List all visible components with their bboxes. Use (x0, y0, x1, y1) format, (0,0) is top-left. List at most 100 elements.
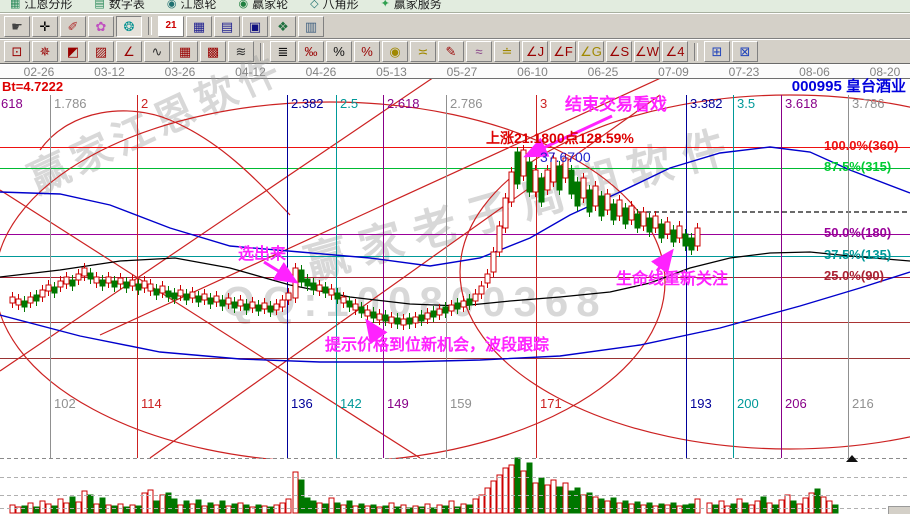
volume-bar (527, 463, 532, 513)
gann-top-label: 2.618 (387, 97, 420, 111)
volume-bar (52, 506, 57, 513)
candlestick (208, 298, 213, 304)
candlestick (545, 170, 550, 190)
volume-bar (305, 498, 310, 513)
candlestick (575, 182, 580, 206)
volume-bar (172, 499, 177, 513)
candlestick (533, 170, 538, 192)
volume-bar (124, 507, 129, 513)
candlestick (491, 252, 496, 272)
candlestick (401, 319, 406, 325)
gann-top-label: 3.382 (690, 97, 723, 111)
candlestick (202, 294, 207, 300)
candlestick (311, 283, 316, 290)
gann-bottom-label: 149 (387, 397, 409, 411)
volume-bar (653, 506, 658, 513)
candlestick (497, 226, 502, 252)
volume-bar (329, 498, 334, 513)
volume-bar (593, 497, 598, 513)
candlestick (280, 300, 285, 307)
candlestick (371, 312, 376, 318)
candlestick (130, 280, 135, 286)
candlestick (196, 296, 201, 302)
volume-bar (623, 501, 628, 513)
volume-bar (509, 465, 514, 513)
candlestick (683, 234, 688, 246)
candlestick (395, 318, 400, 324)
volume-bar (220, 501, 225, 513)
candlestick (148, 284, 153, 291)
symbol-name: 皇台酒业 (846, 78, 906, 95)
candlestick (299, 270, 304, 282)
volume-bar (413, 506, 418, 513)
gann-level-label: 50.0%(180) (824, 226, 891, 240)
candlestick (653, 216, 658, 228)
resize-grip[interactable] (888, 506, 910, 514)
candlestick (232, 302, 237, 308)
candlestick (527, 162, 532, 192)
candlestick (94, 277, 99, 283)
trading-app-window: ▦江恩分形▤数字表◉江恩轮◉赢家轮◇八角形✦赢家服务 ☛✛✐✿❂21▦▤▣❖▥ … (0, 0, 910, 514)
gann-bottom-label: 200 (737, 397, 759, 411)
candlestick (178, 290, 183, 296)
volume-bar (262, 506, 267, 513)
volume-bar (286, 499, 291, 513)
volume-bar (677, 506, 682, 513)
candlestick (214, 296, 219, 302)
volume-bar (791, 501, 796, 513)
candlestick (154, 289, 159, 295)
volume-bar (136, 506, 141, 513)
candlestick (593, 186, 598, 206)
chart-canvas[interactable]: 赢家江恩软件赢家老子周期软件QQ:100800368 6181.78610221… (0, 0, 910, 514)
candlestick (467, 299, 472, 305)
bt-value: Bt=4.7222 (2, 80, 63, 94)
candlestick (365, 310, 370, 316)
volume-bar (569, 491, 574, 513)
candlestick (407, 318, 412, 324)
volume-bar (22, 506, 27, 513)
volume-bar (557, 487, 562, 513)
candlestick (28, 297, 33, 303)
ma-line-upper-blue (0, 147, 910, 266)
volume-bar (497, 475, 502, 513)
candlestick (623, 208, 628, 224)
candlestick (359, 307, 364, 313)
volume-bar (599, 499, 604, 513)
candlestick (106, 277, 111, 283)
gann-top-label: 3.786 (852, 97, 885, 111)
gann-level-label: 87.5%(315) (824, 160, 891, 174)
candlestick (10, 297, 15, 303)
volume-bar (755, 501, 760, 513)
symbol-title: 000995 皇台酒业 (792, 79, 906, 96)
gann-top-label: 3 (540, 97, 547, 111)
volume-bar (515, 458, 520, 513)
candlestick (461, 301, 466, 307)
candlestick (52, 287, 57, 293)
volume-bar (695, 499, 700, 513)
candlestick (274, 304, 279, 310)
annotation-end-trading: 结束交易看戏 (565, 96, 667, 115)
volume-bar (58, 499, 63, 513)
gann-top-label: 2.786 (450, 97, 483, 111)
candlestick (503, 198, 508, 228)
candlestick (70, 280, 75, 286)
candlestick (611, 204, 616, 220)
volume-bar (184, 501, 189, 513)
volume-bar (443, 506, 448, 513)
gann-level-label: 25.0%(90) (824, 269, 884, 283)
candlestick (335, 293, 340, 299)
gann-bottom-label: 171 (540, 397, 562, 411)
volume-bar (202, 506, 207, 513)
candlestick (635, 214, 640, 228)
volume-bar (365, 506, 370, 513)
candlestick (485, 274, 490, 283)
candlestick (184, 294, 189, 300)
candlestick (437, 309, 442, 315)
volume-bar (293, 472, 298, 513)
candlestick (647, 218, 652, 232)
candlestick (689, 238, 694, 250)
candlestick (317, 285, 322, 291)
volume-bar (455, 507, 460, 513)
gann-fan-line (0, 73, 440, 371)
candlestick (383, 315, 388, 321)
